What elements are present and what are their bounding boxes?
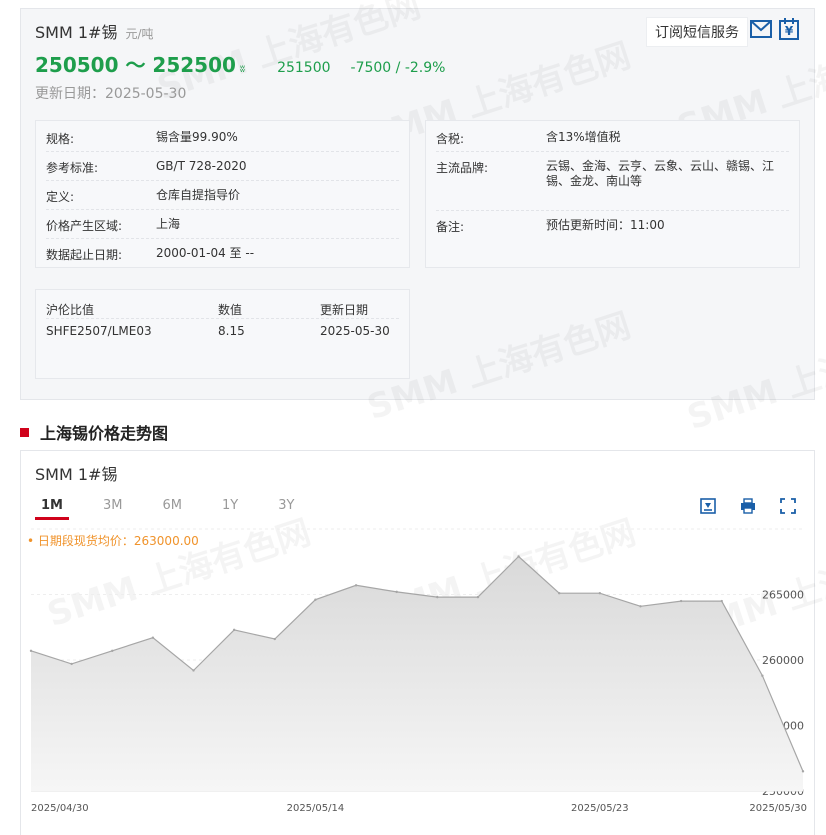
spec-row: 规格: 锡含量99.90% [46, 130, 399, 152]
trend-down-icon: ʬ [239, 64, 246, 75]
spec-key: 价格产生区域: [46, 219, 123, 233]
y-tick-label: 260000 [762, 654, 804, 667]
data-point [761, 674, 764, 677]
ratio-header-cell: 沪伦比值 [46, 303, 95, 317]
spec-value: 锡含量99.90% [156, 130, 238, 144]
ratio-cell: 8.15 [218, 324, 245, 338]
spec-value: 含13%增值税 [546, 130, 621, 144]
data-point [436, 595, 439, 599]
spec-key: 参考标准: [46, 161, 99, 175]
ratio-card: 沪伦比值 数值 更新日期 SHFE2507/LME03 8.15 2025-05… [35, 289, 410, 379]
price-change: -7500 / -2.9% [350, 60, 446, 76]
chart-panel: SMM 上海有色网 SMM 上海有色网 SMM 上海有色网 SMM 1#锡 1M… [20, 450, 826, 835]
spec-row: 备注: 预估更新时间：11:00 [436, 218, 789, 240]
data-point [29, 649, 33, 653]
price-trend-chart: 2500002550002600002650002025/04/302025/0… [29, 528, 807, 814]
data-point [111, 649, 114, 653]
x-tick-label: 2025/05/30 [749, 803, 807, 814]
ratio-row: SHFE2507/LME03 8.15 2025-05-30 [46, 324, 399, 342]
price-unit: 元/吨 [125, 27, 154, 41]
y-tick-label: 265000 [762, 589, 804, 602]
data-point [517, 555, 520, 558]
data-point [598, 591, 602, 595]
mail-icon[interactable] [750, 20, 772, 38]
spec-row: 参考标准: GB/T 728-2020 [46, 159, 399, 181]
data-point [192, 669, 195, 672]
spec-row: 主流品牌: 云锡、金海、云亨、云象、云山、赣锡、江锡、金龙、南山等 [436, 159, 789, 211]
subscribe-sms-button[interactable]: 订阅短信服务 [646, 17, 748, 47]
ratio-cell: 2025-05-30 [320, 324, 390, 338]
data-point [70, 662, 73, 666]
data-point [801, 770, 805, 773]
update-label: 更新日期： [35, 86, 105, 102]
spec-key: 规格: [46, 132, 75, 146]
spec-value: 仓库自提指导价 [156, 188, 241, 202]
average-price: 251500 [277, 60, 331, 76]
price-info-panel: SMM 上海有色网 SMM 上海有色网 SMM 上海有色网 SMM 上海有色网 … [20, 0, 826, 438]
product-name: SMM 1#锡 [35, 23, 118, 42]
spec-key: 含税: [436, 132, 465, 146]
data-point [476, 595, 480, 599]
svg-text:¥: ¥ [785, 24, 794, 38]
ratio-header: 沪伦比值 数值 更新日期 [46, 301, 399, 319]
spec-row: 价格产生区域: 上海 [46, 217, 399, 239]
spec-row: 含税: 含13%增值税 [436, 130, 789, 152]
data-point [558, 591, 561, 595]
x-tick-label: 2025/05/23 [571, 803, 629, 814]
watermark: SMM 上海有色网 [680, 308, 826, 439]
price-row: 250500 ～ 252500 ʬ 251500 -7500 / -2.9% [35, 49, 445, 78]
ratio-header-cell: 更新日期 [320, 303, 369, 317]
data-point [720, 599, 723, 603]
ratio-cell: SHFE2507/LME03 [46, 324, 152, 338]
spec-value: 预估更新时间：11:00 [546, 218, 665, 232]
spec-key: 备注: [436, 220, 465, 234]
price-area [31, 556, 803, 791]
data-point [354, 584, 358, 587]
data-point [395, 590, 398, 594]
update-date: 更新日期：2025-05-30 [35, 83, 186, 103]
price-calendar-icon[interactable]: ¥ [778, 18, 800, 40]
spec-card-left: 规格: 锡含量99.90% 参考标准: GB/T 728-2020 定义: 仓库… [35, 120, 410, 268]
section-heading: 上海锡价格走势图 [20, 420, 168, 444]
data-point [639, 605, 642, 608]
spec-value: 2000-01-04 至 -- [156, 246, 255, 260]
spec-row: 数据起止日期: 2000-01-04 至 -- [46, 246, 399, 268]
spec-key: 数据起止日期: [46, 248, 123, 262]
spec-key: 主流品牌: [436, 161, 489, 175]
ratio-header-cell: 数值 [218, 303, 243, 317]
section-title: 上海锡价格走势图 [40, 424, 169, 443]
x-tick-label: 2025/05/14 [287, 803, 345, 814]
product-title: SMM 1#锡 元/吨 [35, 19, 154, 43]
spec-value: 云锡、金海、云亨、云象、云山、赣锡、江锡、金龙、南山等 [546, 159, 775, 188]
data-point [314, 598, 317, 601]
price-range: 250500 ～ 252500 [35, 53, 236, 77]
x-tick-label: 2025/04/30 [31, 803, 89, 814]
update-value: 2025-05-30 [105, 86, 187, 102]
page: SMM 上海有色网 SMM 上海有色网 SMM 上海有色网 SMM 上海有色网 … [0, 0, 826, 835]
spec-value: GB/T 728-2020 [156, 159, 247, 173]
data-point [273, 637, 276, 641]
data-point [151, 636, 155, 639]
spec-card-right: 含税: 含13%增值税 主流品牌: 云锡、金海、云亨、云象、云山、赣锡、江锡、金… [425, 120, 800, 268]
spec-value: 上海 [156, 217, 181, 231]
data-point [232, 628, 236, 632]
spec-key: 定义: [46, 190, 75, 204]
data-point [679, 599, 683, 603]
spec-row: 定义: 仓库自提指导价 [46, 188, 399, 210]
section-marker [20, 427, 29, 437]
